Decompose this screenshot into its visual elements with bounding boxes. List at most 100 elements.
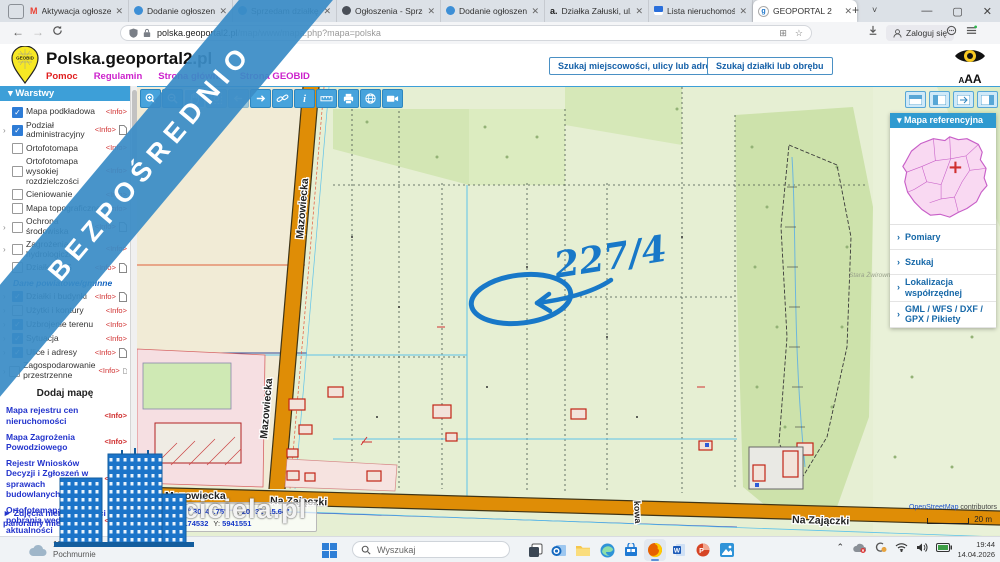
tab-close-icon[interactable]: ✕ bbox=[844, 6, 852, 17]
link-icon[interactable] bbox=[272, 89, 293, 108]
layer-info-link[interactable]: <Info> bbox=[106, 321, 127, 330]
forward-icon[interactable]: → bbox=[32, 25, 44, 39]
browser-tab[interactable]: Lista nieruchomości✕ bbox=[649, 0, 753, 22]
layer-checkbox[interactable] bbox=[12, 143, 23, 154]
browser-tab[interactable]: gGEOPORTAL 2✕ bbox=[753, 0, 857, 22]
firefox-view-icon[interactable] bbox=[8, 4, 24, 19]
camera-icon[interactable] bbox=[382, 89, 403, 108]
reference-menu-item[interactable]: ›Lokalizacja współrzędnej bbox=[890, 275, 996, 302]
osm-link[interactable]: OpenStreetMap bbox=[909, 504, 958, 511]
search-place-button[interactable]: Szukaj miejscowości, ulicy lub adresu bbox=[549, 57, 730, 75]
layout-toggle-icon[interactable] bbox=[953, 91, 974, 108]
layer-info-link[interactable]: <Info> bbox=[106, 335, 127, 344]
layer-checkbox[interactable] bbox=[12, 189, 23, 200]
word-taskbar-icon[interactable]: W bbox=[668, 539, 690, 561]
layer-info-link[interactable]: <Info> bbox=[95, 126, 116, 135]
store-taskbar-icon[interactable] bbox=[620, 539, 642, 561]
tab-close-icon[interactable]: ✕ bbox=[635, 6, 643, 17]
layer-checkbox[interactable] bbox=[12, 203, 23, 214]
wifi-icon[interactable] bbox=[895, 542, 908, 552]
map-link-info[interactable]: <Info> bbox=[104, 437, 127, 446]
layer-row[interactable]: ›✓Podział administracyjny<Info> bbox=[3, 119, 127, 142]
map-canvas[interactable]: Stara Żwirownia Mazowiecka Mazowiecka Ma… bbox=[137, 87, 1000, 537]
downloads-icon[interactable] bbox=[868, 25, 878, 39]
map-link-info[interactable]: <Info> bbox=[104, 411, 127, 420]
layer-checkbox[interactable] bbox=[12, 244, 23, 255]
browser-tab[interactable]: Dodanie ogłoszenia: sprze:✕ bbox=[441, 0, 545, 22]
tab-close-icon[interactable]: ✕ bbox=[427, 6, 435, 17]
reference-menu-item[interactable]: ›Szukaj bbox=[890, 250, 996, 275]
layer-info-link[interactable]: <Info> bbox=[106, 307, 127, 316]
battery-icon[interactable] bbox=[936, 543, 952, 552]
update-icon[interactable] bbox=[874, 541, 887, 553]
maximize-button[interactable]: ▢ bbox=[952, 5, 962, 18]
document-icon[interactable] bbox=[119, 292, 127, 302]
task-view-taskbar-icon[interactable] bbox=[524, 539, 546, 561]
print-icon[interactable] bbox=[338, 89, 359, 108]
layer-info-link[interactable]: <Info> bbox=[95, 349, 116, 358]
taskbar-search[interactable]: Wyszukaj bbox=[352, 541, 510, 558]
document-icon[interactable] bbox=[123, 366, 127, 376]
layer-checkbox[interactable]: ✓ bbox=[12, 125, 23, 136]
tray-chevron-icon[interactable]: ⌃ bbox=[836, 542, 844, 553]
browser-tab[interactable]: Dodanie ogłoszenia: sprze:✕ bbox=[129, 0, 233, 22]
header-link[interactable]: Pomoc bbox=[46, 71, 78, 82]
measure-icon[interactable] bbox=[316, 89, 337, 108]
accessibility-control[interactable]: AAA bbox=[950, 46, 990, 87]
tab-close-icon[interactable]: ✕ bbox=[115, 6, 123, 17]
reload-icon[interactable] bbox=[52, 25, 63, 39]
layer-info-link[interactable]: <Info> bbox=[106, 108, 127, 117]
outlook-taskbar-icon[interactable] bbox=[548, 539, 570, 561]
bookmark-star-icon[interactable]: ☆ bbox=[795, 28, 803, 39]
close-button[interactable]: ✕ bbox=[983, 5, 992, 18]
map-viewport[interactable]: Stara Żwirownia Mazowiecka Mazowiecka Ma… bbox=[137, 86, 1000, 537]
layout-toggle-icon[interactable] bbox=[977, 91, 998, 108]
menu-icon[interactable] bbox=[966, 25, 977, 39]
taskbar-clock[interactable]: 19:4414.04.2026 bbox=[957, 540, 995, 560]
firefox-taskbar-icon[interactable] bbox=[644, 539, 666, 561]
layer-checkbox[interactable] bbox=[12, 166, 23, 177]
minimize-button[interactable]: — bbox=[921, 5, 932, 17]
powerpoint-taskbar-icon[interactable]: P bbox=[692, 539, 714, 561]
onedrive-icon[interactable] bbox=[852, 542, 866, 553]
tab-list-button[interactable]: ˅ bbox=[872, 5, 877, 15]
layout-toggle-icon[interactable] bbox=[905, 91, 926, 108]
expand-chevron-icon[interactable]: › bbox=[3, 245, 9, 254]
layout-toggle-icon[interactable] bbox=[929, 91, 950, 108]
start-button[interactable] bbox=[318, 539, 340, 561]
reference-panel-header[interactable]: ▾ Mapa referencyjna bbox=[890, 113, 996, 128]
add-map-link[interactable]: Mapa rejestru cen nieruchomości<Info> bbox=[3, 402, 127, 428]
edge-taskbar-icon[interactable] bbox=[596, 539, 618, 561]
poland-overview-map[interactable] bbox=[890, 128, 996, 225]
sync-icon[interactable] bbox=[946, 25, 957, 39]
tab-close-icon[interactable]: ✕ bbox=[739, 6, 747, 17]
expand-chevron-icon[interactable]: › bbox=[3, 126, 9, 135]
volume-icon[interactable] bbox=[916, 542, 928, 553]
reference-menu-item[interactable]: ›GML / WFS / DXF / GPX / Pikiety bbox=[890, 302, 996, 329]
save-to-collection-icon[interactable]: ⊞ bbox=[779, 28, 787, 39]
new-tab-button[interactable]: + bbox=[852, 3, 859, 17]
browser-tab[interactable]: Ogłoszenia - Sprzedam, ku✕ bbox=[337, 0, 441, 22]
expand-chevron-icon[interactable]: › bbox=[3, 223, 9, 232]
info-icon[interactable]: i bbox=[294, 89, 315, 108]
browser-tab[interactable]: MAktywacja ogłoszenia na c✕ bbox=[25, 0, 129, 22]
browser-tab[interactable]: a.Działka Załuski, ul. Mazowi✕ bbox=[545, 0, 649, 22]
layer-checkbox[interactable]: ✓ bbox=[12, 107, 23, 118]
photos-taskbar-icon[interactable] bbox=[716, 539, 738, 561]
search-parcel-button[interactable]: Szukaj działki lub obrębu bbox=[707, 57, 833, 75]
layer-info-link[interactable]: <Info> bbox=[95, 293, 116, 302]
layers-panel-header[interactable]: ▾ Warstwy bbox=[0, 86, 130, 101]
document-icon[interactable] bbox=[119, 263, 127, 273]
layer-info-link[interactable]: <Info> bbox=[98, 367, 119, 376]
document-icon[interactable] bbox=[119, 348, 127, 358]
login-button[interactable]: Zaloguj się bbox=[886, 25, 954, 41]
globe-icon[interactable] bbox=[360, 89, 381, 108]
tab-close-icon[interactable]: ✕ bbox=[531, 6, 539, 17]
search-placeholder: Wyszukaj bbox=[377, 545, 415, 555]
back-icon[interactable]: ← bbox=[12, 25, 24, 39]
header-link[interactable]: Regulamin bbox=[94, 71, 143, 82]
layer-row[interactable]: ✓Mapa podkładowa<Info> bbox=[3, 105, 127, 119]
file-explorer-taskbar-icon[interactable] bbox=[572, 539, 594, 561]
reference-menu-item[interactable]: ›Pomiary bbox=[890, 225, 996, 250]
layer-checkbox[interactable] bbox=[12, 222, 23, 233]
